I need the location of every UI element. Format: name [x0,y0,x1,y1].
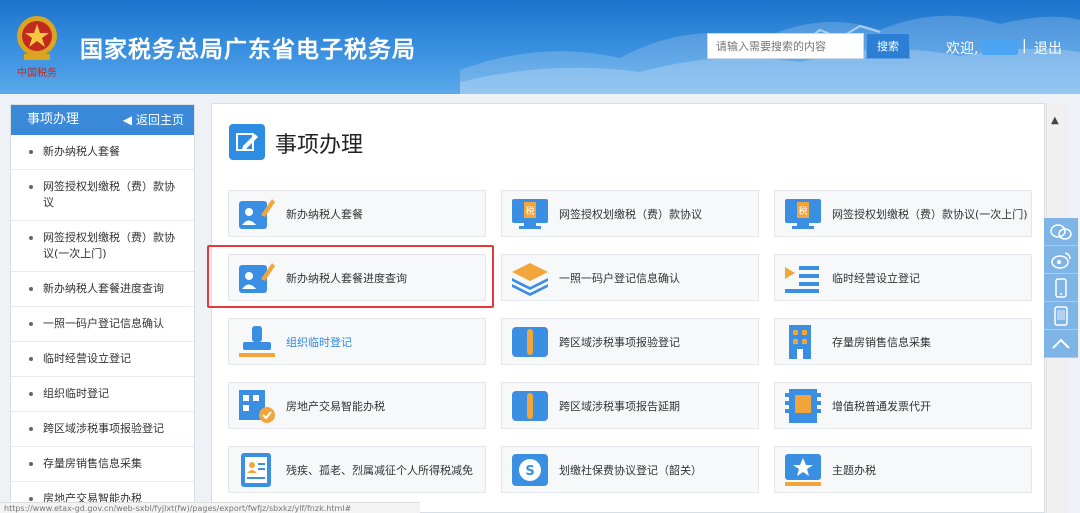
tile-label: 网签授权划缴税（费）款协议(一次上门) [832,208,1028,221]
page-title: 事项办理 [275,133,364,158]
tile-label: 增值税普通发票代开 [832,400,931,413]
person-doc-icon [241,453,271,487]
sidebar-item[interactable]: 组织临时登记 [11,377,194,412]
tile-label: 新办纳税人套餐 [286,208,363,221]
tile-12[interactable]: 残疾、孤老、烈属减征个人所得税减免 [228,446,486,493]
logout-link[interactable]: 退出 [1034,38,1062,58]
tile-label: 主题办税 [832,464,876,477]
selection-highlight [207,245,494,308]
tile-6[interactable]: 组织临时登记 [228,318,486,365]
tile-4[interactable]: 一照一码户登记信息确认 [501,254,759,301]
chat-icon[interactable] [1044,218,1078,246]
tile-label: 存量房销售信息采集 [832,336,931,349]
main-panel: 事项办理 新办纳税人套餐 税 网签授权划缴税（费）款协议 税 网签授权划缴税（费… [211,103,1045,513]
floating-toolbar [1044,218,1078,370]
svg-text:税: 税 [798,205,807,217]
list-arrow-icon [785,266,819,293]
tile-5[interactable]: 临时经营设立登记 [774,254,1032,301]
edit-icon [229,124,265,160]
sidebar-item[interactable]: 一照一码户登记信息确认 [11,307,194,342]
back-arrow-icon: ◀ [122,113,132,127]
tile-label: 跨区域涉税事项报验登记 [559,336,680,349]
tile-label: 划缴社保费协议登记（韶关） [559,464,702,477]
sidebar-item[interactable]: 网签授权划缴税（费）款协议(一次上门) [11,221,194,272]
tile-label: 组织临时登记 [286,336,352,349]
status-url: https://www.etax-gd.gov.cn/web-sxbl/fyjl… [0,502,420,513]
star-icon [785,454,821,486]
tile-0[interactable]: 新办纳税人套餐 [228,190,486,237]
search-button[interactable]: 搜索 [866,33,910,59]
tablet-icon[interactable] [1044,302,1078,330]
username-redacted [982,40,1018,55]
tile-13[interactable]: S 划缴社保费协议登记（韶关） [501,446,759,493]
stamp-icon [239,326,275,357]
tile-9[interactable]: 房地产交易智能办税 [228,382,486,429]
site-header: 中国税务 国家税务总局广东省电子税务局 搜索 欢迎, | 退出 [0,0,1080,94]
site-title: 国家税务总局广东省电子税务局 [80,37,416,63]
monitor-tax-icon: 税 [512,199,548,229]
tile-14[interactable]: 主题办税 [774,446,1032,493]
svg-text:税: 税 [525,205,534,217]
monitor-tax-icon: 税 [785,199,821,229]
tile-label: 一照一码户登记信息确认 [559,272,680,285]
header-separator: | [1022,38,1027,54]
sidebar-item[interactable]: 存量房销售信息采集 [11,447,194,482]
back-to-top-icon[interactable] [1044,330,1078,358]
sidebar-item[interactable]: 跨区域涉税事项报验登记 [11,412,194,447]
invoice-icon [785,389,821,423]
tile-label: 残疾、孤老、烈属减征个人所得税减免 [286,464,473,477]
building-check-icon [239,390,275,423]
scroll-up-icon[interactable]: ▲ [1051,115,1059,126]
tile-label: 临时经营设立登记 [832,272,920,285]
social-security-icon: S [512,454,548,486]
sidebar-item[interactable]: 网签授权划缴税（费）款协议 [11,170,194,221]
tile-8[interactable]: 存量房销售信息采集 [774,318,1032,365]
building-icon [789,325,811,359]
sidebar-header: 事项办理 ◀ 返回主页 [11,105,194,135]
sidebar-item[interactable]: 新办纳税人套餐进度查询 [11,272,194,307]
sidebar-item[interactable]: 新办纳税人套餐 [11,135,194,170]
sidebar: 事项办理 ◀ 返回主页 新办纳税人套餐 网签授权划缴税（费）款协议 网签授权划缴税… [10,104,195,513]
book-icon [512,327,548,357]
sidebar-item[interactable]: 临时经营设立登记 [11,342,194,377]
book-icon [512,391,548,421]
search-input[interactable] [707,33,864,59]
layers-icon [512,263,548,296]
tile-2[interactable]: 税 网签授权划缴税（费）款协议(一次上门) [774,190,1032,237]
tile-label: 跨区域涉税事项报告延期 [559,400,680,413]
tile-label: 网签授权划缴税（费）款协议 [559,208,702,221]
back-home-label: 返回主页 [135,113,184,127]
tax-emblem-logo[interactable]: 中国税务 [10,12,64,80]
tile-11[interactable]: 增值税普通发票代开 [774,382,1032,429]
tile-label: 房地产交易智能办税 [286,400,385,413]
person-edit-icon [239,199,275,229]
weibo-icon[interactable] [1044,246,1078,274]
svg-text:S: S [525,464,534,479]
tile-1[interactable]: 税 网签授权划缴税（费）款协议 [501,190,759,237]
sidebar-title: 事项办理 [27,112,80,127]
back-home-link[interactable]: ◀ 返回主页 [123,105,184,135]
tile-10[interactable]: 跨区域涉税事项报告延期 [501,382,759,429]
mobile-icon[interactable] [1044,274,1078,302]
svg-text:中国税务: 中国税务 [17,66,57,79]
welcome-text: 欢迎, [946,41,979,57]
tile-7[interactable]: 跨区域涉税事项报验登记 [501,318,759,365]
